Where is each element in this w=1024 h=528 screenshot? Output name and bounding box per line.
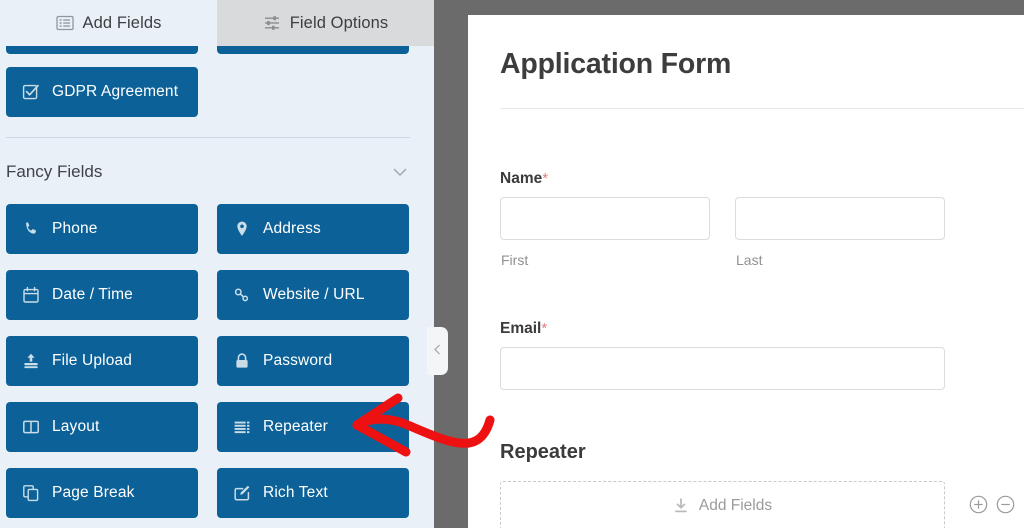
field-button-website-url-label: Website / URL	[263, 286, 365, 303]
checkbox-checked-icon	[22, 83, 40, 101]
field-label-name: Name*	[500, 170, 548, 188]
tab-add-fields-label: Add Fields	[82, 13, 162, 32]
repeater-dropzone[interactable]: Add Fields	[500, 481, 945, 528]
map-pin-icon	[233, 220, 251, 238]
upload-icon	[22, 352, 40, 370]
columns-icon	[22, 418, 40, 436]
fancy-fields-title: Fancy Fields	[6, 162, 103, 181]
required-asterisk-name: *	[542, 170, 549, 187]
field-button-partial-left[interactable]	[6, 46, 198, 54]
name-first-input[interactable]	[500, 197, 710, 240]
minus-circle-icon[interactable]	[996, 495, 1015, 514]
lock-icon	[233, 352, 251, 370]
field-button-page-break-label: Page Break	[52, 484, 135, 501]
scrolled-off-field-buttons	[0, 46, 434, 56]
field-button-address-label: Address	[263, 220, 321, 237]
field-button-gdpr-agreement-label: GDPR Agreement	[52, 83, 179, 100]
field-button-phone[interactable]: Phone	[6, 204, 198, 254]
required-asterisk-email: *	[541, 320, 548, 337]
chevron-left-icon	[432, 342, 443, 360]
tab-add-fields[interactable]: Add Fields	[0, 0, 217, 46]
field-button-gdpr-agreement[interactable]: GDPR Agreement	[6, 67, 198, 117]
title-divider	[500, 108, 1024, 109]
chevron-down-icon[interactable]	[390, 162, 410, 182]
field-button-date-time-label: Date / Time	[52, 286, 133, 303]
field-button-address[interactable]: Address	[217, 204, 409, 254]
field-button-file-upload[interactable]: File Upload	[6, 336, 198, 386]
name-last-input[interactable]	[735, 197, 945, 240]
list-fields-icon	[55, 14, 74, 32]
field-button-repeater[interactable]: Repeater	[217, 402, 409, 452]
field-label-email: Email*	[500, 320, 547, 338]
form-builder-screen: Add Fields Field Options GDPR Agreement	[0, 0, 1024, 528]
repeater-field-title: Repeater	[500, 441, 586, 463]
field-button-date-time[interactable]: Date / Time	[6, 270, 198, 320]
field-button-layout-label: Layout	[52, 418, 100, 435]
field-button-page-break[interactable]: Page Break	[6, 468, 198, 518]
field-button-layout[interactable]: Layout	[6, 402, 198, 452]
section-divider	[6, 137, 410, 138]
add-fields-sidebar: Add Fields Field Options GDPR Agreement	[0, 0, 434, 528]
calendar-icon	[22, 286, 40, 304]
download-arrow-icon	[673, 497, 689, 514]
fancy-fields-section-header[interactable]: Fancy Fields	[6, 155, 410, 189]
email-input[interactable]	[500, 347, 945, 390]
field-button-password-label: Password	[263, 352, 333, 369]
sidebar-tabbar: Add Fields Field Options	[0, 0, 434, 46]
form-preview-card: Application Form Name* First Last Email*…	[468, 15, 1024, 528]
field-button-file-upload-label: File Upload	[52, 352, 133, 369]
field-label-email-text: Email	[500, 320, 542, 337]
phone-icon	[22, 220, 40, 238]
repeater-lines-icon	[233, 418, 251, 436]
name-first-sublabel: First	[501, 252, 529, 268]
field-button-repeater-label: Repeater	[263, 418, 328, 435]
field-button-website-url[interactable]: Website / URL	[217, 270, 409, 320]
page-break-icon	[22, 484, 40, 502]
field-button-partial-right[interactable]	[217, 46, 409, 54]
link-icon	[233, 286, 251, 304]
page-title: Application Form	[500, 48, 732, 80]
plus-circle-icon[interactable]	[969, 495, 988, 514]
tab-field-options[interactable]: Field Options	[217, 0, 434, 46]
tab-field-options-label: Field Options	[289, 13, 389, 32]
field-button-phone-label: Phone	[52, 220, 98, 237]
repeater-dropzone-label: Add Fields	[698, 496, 773, 514]
sliders-icon	[263, 14, 281, 32]
field-button-rich-text[interactable]: Rich Text	[217, 468, 409, 518]
name-last-sublabel: Last	[736, 252, 763, 268]
field-label-name-text: Name	[500, 170, 543, 187]
field-button-rich-text-label: Rich Text	[263, 484, 328, 501]
pencil-square-icon	[233, 484, 251, 502]
panel-collapse-handle[interactable]	[427, 327, 448, 375]
field-button-password[interactable]: Password	[217, 336, 409, 386]
